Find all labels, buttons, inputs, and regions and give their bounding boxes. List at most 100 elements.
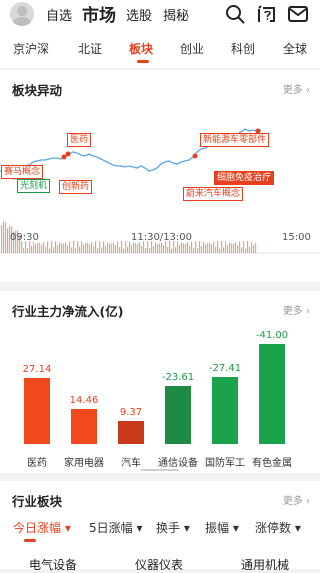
volume-bar xyxy=(201,246,203,253)
volume-bar xyxy=(51,241,53,253)
volume-bar xyxy=(53,247,55,253)
nav-stock-picker[interactable]: 选股 xyxy=(126,5,152,24)
x-tick-midday: 11:30/13:00 xyxy=(131,232,193,243)
volume-bar xyxy=(241,247,243,253)
tab-star[interactable]: 科创 xyxy=(231,40,255,57)
volume-bar xyxy=(97,248,99,253)
sector-electrical-equipment[interactable]: 电气设备 xyxy=(29,556,77,573)
nav-watchlist[interactable]: 自选 xyxy=(46,5,72,24)
bar-0[interactable] xyxy=(24,377,50,444)
bar-5[interactable] xyxy=(259,344,285,444)
tab-global[interactable]: 全球 xyxy=(283,40,307,57)
volume-bar xyxy=(163,244,165,253)
volume-bar xyxy=(59,242,61,253)
volume-bar xyxy=(31,246,33,253)
search-icon[interactable] xyxy=(224,3,246,25)
anno-nio-concept[interactable]: 蔚来汽车概念 xyxy=(183,187,244,201)
volume-bar xyxy=(149,247,151,253)
sort-turnover[interactable]: 换手 ▾ xyxy=(156,519,190,536)
volume-bar xyxy=(199,241,201,253)
volume-bar xyxy=(161,242,163,253)
volume-bar xyxy=(225,241,227,253)
more-link[interactable]: 更多 › xyxy=(283,81,310,96)
tab-sector[interactable]: 板块 xyxy=(129,40,153,57)
nav-reveal[interactable]: 揭秘 xyxy=(163,5,189,24)
volume-bar xyxy=(181,242,183,253)
bar-2[interactable] xyxy=(118,421,144,444)
volume-bar xyxy=(137,244,139,253)
volume-bar xyxy=(189,245,191,253)
industry-sector-card: 行业板块 更多 › 今日涨幅 ▾ 5日涨幅 ▾ 换手 ▾ 振幅 ▾ 涨停数 ▾ … xyxy=(0,481,320,572)
more-link[interactable]: 更多 › xyxy=(283,302,310,317)
volume-bar xyxy=(75,248,77,253)
tab-sh-sz[interactable]: 京沪深 xyxy=(13,40,49,57)
volume-bar xyxy=(121,241,123,253)
anno-lithography[interactable]: 光刻机 xyxy=(17,179,51,193)
volume-bar xyxy=(253,244,255,253)
anno-horse-race[interactable]: 赛马概念 xyxy=(1,165,44,179)
volume-bar xyxy=(95,241,97,253)
tab-beizheng[interactable]: 北证 xyxy=(78,40,102,57)
volume-bar xyxy=(69,241,71,253)
sort-5day-change[interactable]: 5日涨幅 ▾ xyxy=(89,519,142,536)
sort-limit-up-count[interactable]: 涨停数 ▾ xyxy=(255,519,301,536)
volume-bar xyxy=(223,247,225,253)
volume-bar xyxy=(215,246,217,253)
volume-bar xyxy=(101,247,103,253)
x-tick-close: 15:00 xyxy=(282,232,311,243)
volume-bar xyxy=(171,248,173,253)
volume-bar xyxy=(21,241,23,253)
volume-bar xyxy=(111,243,113,253)
sort-today-change[interactable]: 今日涨幅 ▾ xyxy=(13,519,71,536)
volume-bar xyxy=(183,243,185,253)
avatar[interactable] xyxy=(10,2,34,26)
sector-general-machinery[interactable]: 通用机械 xyxy=(241,556,289,573)
volume-bar xyxy=(249,246,251,253)
volume-bar xyxy=(245,248,247,253)
tab-chinext[interactable]: 创业 xyxy=(180,40,204,57)
volume-bar xyxy=(221,241,223,253)
volume-bar xyxy=(179,245,181,253)
anno-cell-therapy[interactable]: 细胞免疫治疗 xyxy=(214,171,275,185)
volume-bar xyxy=(49,248,51,253)
marker-dot xyxy=(61,154,67,160)
mail-icon[interactable] xyxy=(287,3,309,25)
volume-bar xyxy=(155,242,157,253)
anno-nev-parts[interactable]: 新能源车零部件 xyxy=(200,133,270,147)
volume-bar xyxy=(251,241,253,253)
anno-pharma[interactable]: 医药 xyxy=(67,133,92,147)
volume-bar xyxy=(247,241,249,253)
nav-market[interactable]: 市场 xyxy=(82,1,116,26)
volume-bar xyxy=(89,244,91,253)
sort-amplitude[interactable]: 振幅 ▾ xyxy=(205,519,239,536)
qa-icon[interactable] xyxy=(256,3,278,25)
volume-bar xyxy=(141,246,143,253)
volume-bar xyxy=(63,243,65,253)
sector-instruments[interactable]: 仪器仪表 xyxy=(135,556,183,573)
anno-innovative-drug[interactable]: 创新药 xyxy=(59,180,93,194)
bar-value-label: -27.41 xyxy=(208,363,242,375)
volume-bar xyxy=(203,241,205,253)
volume-bar xyxy=(23,247,25,253)
volume-bar xyxy=(139,242,141,253)
volume-bars xyxy=(1,221,257,253)
industry-net-inflow-card: 行业主力净流入(亿) 更多 › 27.14 医药 14.46 家用电器 9.37 汽车 -2… xyxy=(0,291,320,473)
market-tabs: 京沪深 北证 板块 创业 科创 全球 xyxy=(0,30,320,68)
volume-bar xyxy=(151,241,153,253)
bar-3[interactable] xyxy=(165,386,191,444)
volume-bar xyxy=(175,247,177,253)
volume-bar xyxy=(79,246,81,253)
more-link[interactable]: 更多 › xyxy=(283,492,310,507)
volume-bar xyxy=(41,244,43,253)
volume-bar xyxy=(7,228,9,253)
top-nav: 自选 市场 选股 揭秘 xyxy=(0,0,320,30)
volume-bar xyxy=(167,246,169,253)
bar-1[interactable] xyxy=(71,408,97,444)
volume-bar xyxy=(107,242,109,253)
volume-bar xyxy=(185,243,187,253)
volume-bar xyxy=(133,242,135,253)
volume-bar xyxy=(177,241,179,253)
active-sort-indicator xyxy=(24,539,36,542)
bar-4[interactable] xyxy=(212,377,238,444)
volume-bar xyxy=(211,244,213,253)
